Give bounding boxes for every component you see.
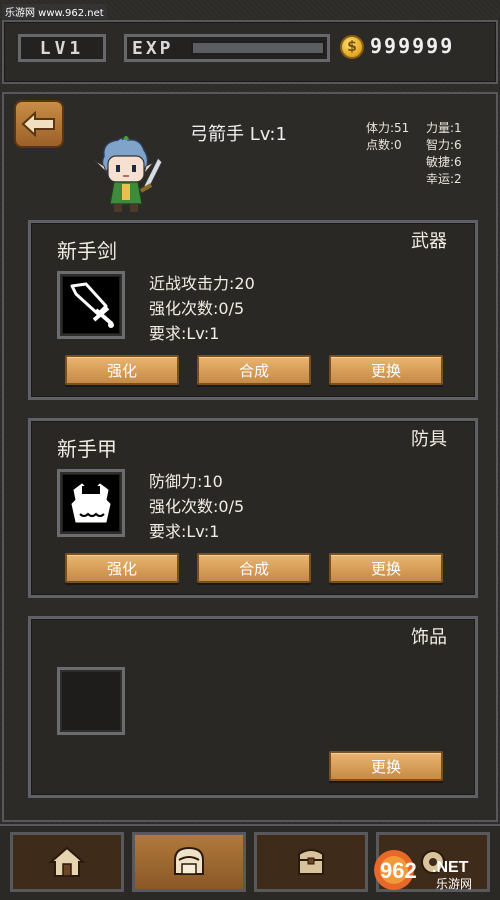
accessory-type-label: 饰品 [411,627,447,648]
site-watermark: 乐游网 www.962.net [2,4,107,19]
back-arrow-icon [21,111,55,137]
stat-luck: 幸运:2 [426,172,462,186]
logo-sub: 乐游网 [436,877,472,891]
armor-attributes: 防御力:10 强化次数:0/5 要求:Lv:1 [149,469,244,544]
weapon-requirement: 要求:Lv:1 [149,324,220,343]
coin-icon: $ [340,35,364,59]
weapon-combine-button[interactable]: 合成 [197,355,311,385]
equipment-panel: 弓箭手 Lv:1 体力:51 点数:0 力量:1 智力:6 敏捷:6 幸运:2 … [2,92,498,822]
stat-agility: 敏捷:6 [426,155,462,169]
logo-number: 962 [380,858,417,883]
exp-display: EXP [124,34,330,62]
armor-name: 新手甲 [57,437,117,461]
armor-replace-button[interactable]: 更换 [329,553,443,583]
stat-stamina: 体力:51 [366,121,410,135]
armor-slot[interactable] [57,469,125,537]
bottom-navigation: 962 .NET 乐游网 [0,824,500,900]
exp-label: EXP [132,37,174,59]
nav-inventory-tab[interactable] [254,832,368,892]
weapon-replace-button[interactable]: 更换 [329,355,443,385]
exp-bar [191,41,325,55]
logo-net: .NET [432,859,469,876]
character-icon [174,846,204,875]
weapon-enhance-button[interactable]: 强化 [65,355,179,385]
character-avatar [93,136,163,212]
armor-type-label: 防具 [411,429,447,450]
armor-requirement: 要求:Lv:1 [149,522,220,541]
home-icon [48,846,86,877]
level-display: LV1 [18,34,106,62]
weapon-attributes: 近战攻击力:20 强化次数:0/5 要求:Lv:1 [149,271,255,346]
nav-home-tab[interactable] [10,832,124,892]
stat-intelligence: 智力:6 [426,138,462,152]
game-screen: 乐游网 www.962.net LV1 EXP $ 999999 弓箭手 Lv:… [0,0,500,900]
status-bar: LV1 EXP $ 999999 [2,20,498,84]
accessory-replace-button[interactable]: 更换 [329,751,443,781]
weapon-card: 新手剑 武器 近战攻击力:20 强化次数:0/5 要求:Lv:1 强化 合成 更… [28,220,478,400]
weapon-slot[interactable] [57,271,125,339]
chest-icon [298,849,324,875]
weapon-attack: 近战攻击力:20 [149,274,255,293]
armor-combine-button[interactable]: 合成 [197,553,311,583]
armor-card: 新手甲 防具 防御力:10 强化次数:0/5 要求:Lv:1 强化 合成 更换 [28,418,478,598]
gold-amount: 999999 [370,34,455,58]
armor-enhance-button[interactable]: 强化 [65,553,179,583]
accessory-slot-empty[interactable] [57,667,125,735]
site-logo: 962 .NET 乐游网 [374,850,472,891]
stat-strength: 力量:1 [426,121,462,135]
armor-enhance-count: 强化次数:0/5 [149,497,245,516]
weapon-type-label: 武器 [411,231,447,252]
back-button[interactable] [14,100,64,148]
weapon-name: 新手剑 [57,239,117,263]
accessory-card: 饰品 更换 [28,616,478,798]
armor-icon [71,483,111,523]
armor-defense: 防御力:10 [149,472,223,491]
nav-character-tab[interactable] [132,832,246,892]
stat-points: 点数:0 [366,138,402,152]
sword-icon [70,282,114,328]
character-name: 弓箭手 Lv:1 [190,124,287,145]
weapon-enhance-count: 强化次数:0/5 [149,299,245,318]
